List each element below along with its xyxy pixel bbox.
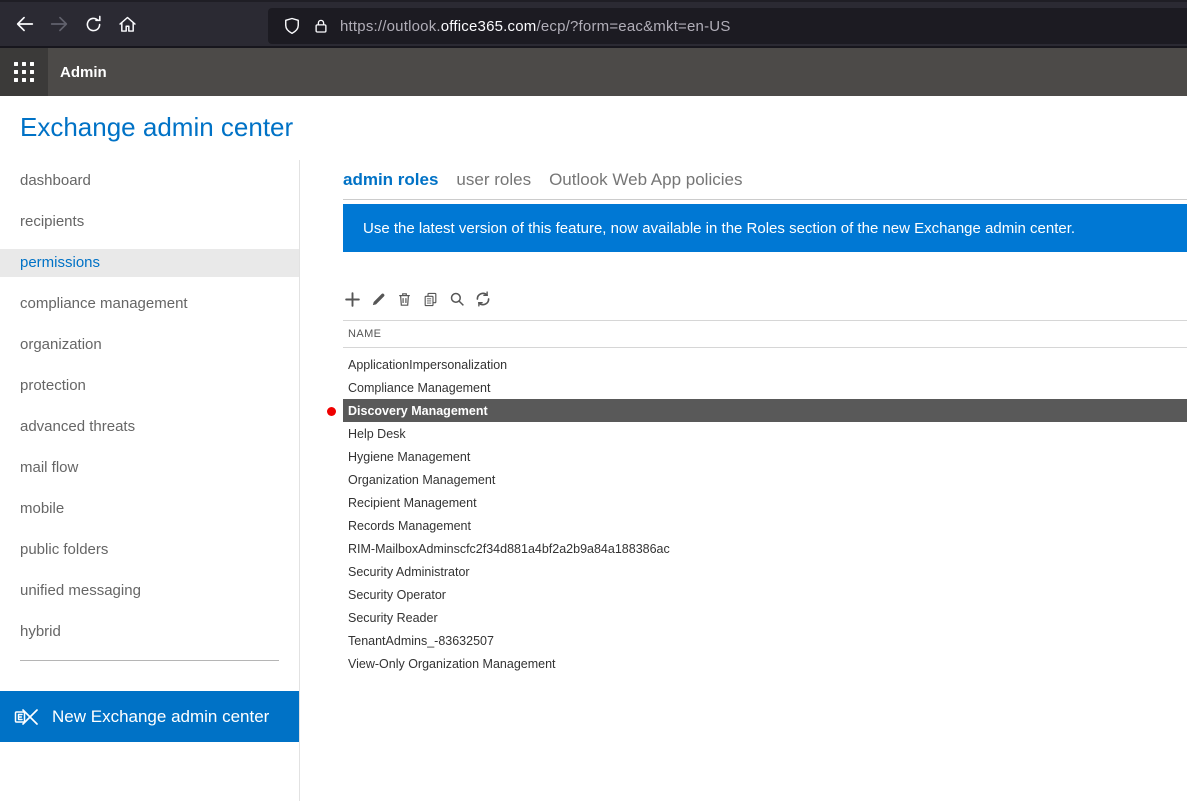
new-exchange-admin-center-banner[interactable]: New Exchange admin center bbox=[0, 691, 299, 742]
annotation-red-dot bbox=[327, 407, 336, 416]
tab-admin-roles[interactable]: admin roles bbox=[343, 170, 438, 190]
edit-button[interactable] bbox=[369, 288, 388, 310]
table-row[interactable]: Security Administrator bbox=[343, 560, 1187, 583]
refresh-button[interactable] bbox=[473, 288, 492, 310]
back-button[interactable] bbox=[13, 12, 37, 36]
sidebar-item-advanced-threats[interactable]: advanced threats bbox=[0, 406, 299, 447]
sidebar-item-dashboard[interactable]: dashboard bbox=[0, 160, 299, 201]
new-exchange-admin-center-label: New Exchange admin center bbox=[52, 707, 269, 727]
main-content: admin roles user roles Outlook Web App p… bbox=[300, 160, 1187, 801]
exchange-logo-icon bbox=[14, 706, 40, 728]
table-row[interactable]: Help Desk bbox=[343, 422, 1187, 445]
table-body: ApplicationImpersonalization Compliance … bbox=[343, 348, 1187, 675]
url-text: https://outlook.office365.com/ecp/?form=… bbox=[340, 18, 731, 35]
tab-bar: admin roles user roles Outlook Web App p… bbox=[343, 160, 1187, 200]
table-header: NAME bbox=[343, 320, 1187, 348]
tracking-shield-icon[interactable] bbox=[282, 16, 302, 36]
reload-icon bbox=[83, 14, 104, 35]
lock-icon[interactable] bbox=[312, 17, 330, 35]
copy-icon bbox=[422, 291, 439, 308]
browser-toolbar: https://outlook.office365.com/ecp/?form=… bbox=[0, 0, 1187, 48]
o365-header-bar: Admin bbox=[0, 48, 1187, 96]
table-row[interactable]: Security Operator bbox=[343, 583, 1187, 606]
column-header-name: NAME bbox=[348, 328, 381, 340]
app-title: Admin bbox=[60, 64, 107, 81]
sidebar-item-compliance-management[interactable]: compliance management bbox=[0, 283, 299, 324]
add-button[interactable] bbox=[343, 288, 362, 310]
roles-toolbar bbox=[343, 288, 1187, 310]
sidebar-item-protection[interactable]: protection bbox=[0, 365, 299, 406]
table-row[interactable]: Organization Management bbox=[343, 468, 1187, 491]
refresh-icon bbox=[474, 290, 492, 308]
tab-user-roles[interactable]: user roles bbox=[456, 170, 531, 190]
page-title: Exchange admin center bbox=[20, 112, 1187, 143]
tab-owa-policies[interactable]: Outlook Web App policies bbox=[549, 170, 742, 190]
table-row[interactable]: Security Reader bbox=[343, 606, 1187, 629]
search-icon bbox=[448, 290, 466, 308]
sidebar-nav: dashboard recipients permissions complia… bbox=[0, 160, 300, 801]
table-row[interactable]: RIM-MailboxAdminscfc2f34d881a4bf2a2b9a84… bbox=[343, 537, 1187, 560]
table-row[interactable]: ApplicationImpersonalization bbox=[343, 353, 1187, 376]
address-bar[interactable]: https://outlook.office365.com/ecp/?form=… bbox=[268, 8, 1187, 44]
notice-text: Use the latest version of this feature, … bbox=[363, 220, 1075, 237]
sidebar-item-hybrid[interactable]: hybrid bbox=[0, 611, 299, 652]
sidebar-item-mobile[interactable]: mobile bbox=[0, 488, 299, 529]
sidebar-item-public-folders[interactable]: public folders bbox=[0, 529, 299, 570]
page-header: Exchange admin center bbox=[0, 96, 1187, 160]
sidebar-item-unified-messaging[interactable]: unified messaging bbox=[0, 570, 299, 611]
forward-arrow-icon bbox=[48, 13, 70, 35]
table-row[interactable]: Recipient Management bbox=[343, 491, 1187, 514]
trash-icon bbox=[396, 291, 413, 308]
pencil-icon bbox=[370, 291, 387, 308]
sidebar-item-mail-flow[interactable]: mail flow bbox=[0, 447, 299, 488]
back-arrow-icon bbox=[14, 13, 36, 35]
table-row[interactable]: Records Management bbox=[343, 514, 1187, 537]
table-row[interactable]: Compliance Management bbox=[343, 376, 1187, 399]
table-row[interactable]: Hygiene Management bbox=[343, 445, 1187, 468]
waffle-icon bbox=[14, 62, 34, 82]
sidebar-item-recipients[interactable]: recipients bbox=[0, 201, 299, 242]
search-button[interactable] bbox=[447, 288, 466, 310]
sidebar-divider bbox=[20, 660, 279, 661]
app-launcher-button[interactable] bbox=[0, 48, 48, 96]
forward-button[interactable] bbox=[47, 12, 71, 36]
home-icon bbox=[117, 14, 138, 35]
table-row[interactable]: TenantAdmins_-83632507 bbox=[343, 629, 1187, 652]
reload-button[interactable] bbox=[81, 12, 105, 36]
delete-button[interactable] bbox=[395, 288, 414, 310]
notice-banner: Use the latest version of this feature, … bbox=[343, 204, 1187, 252]
table-row-selected[interactable]: Discovery Management bbox=[343, 399, 1187, 422]
copy-button[interactable] bbox=[421, 288, 440, 310]
home-button[interactable] bbox=[115, 12, 139, 36]
plus-icon bbox=[343, 290, 362, 309]
roles-table: NAME ApplicationImpersonalization Compli… bbox=[343, 320, 1187, 675]
table-row[interactable]: View-Only Organization Management bbox=[343, 652, 1187, 675]
sidebar-item-organization[interactable]: organization bbox=[0, 324, 299, 365]
sidebar-item-permissions[interactable]: permissions bbox=[0, 242, 299, 283]
